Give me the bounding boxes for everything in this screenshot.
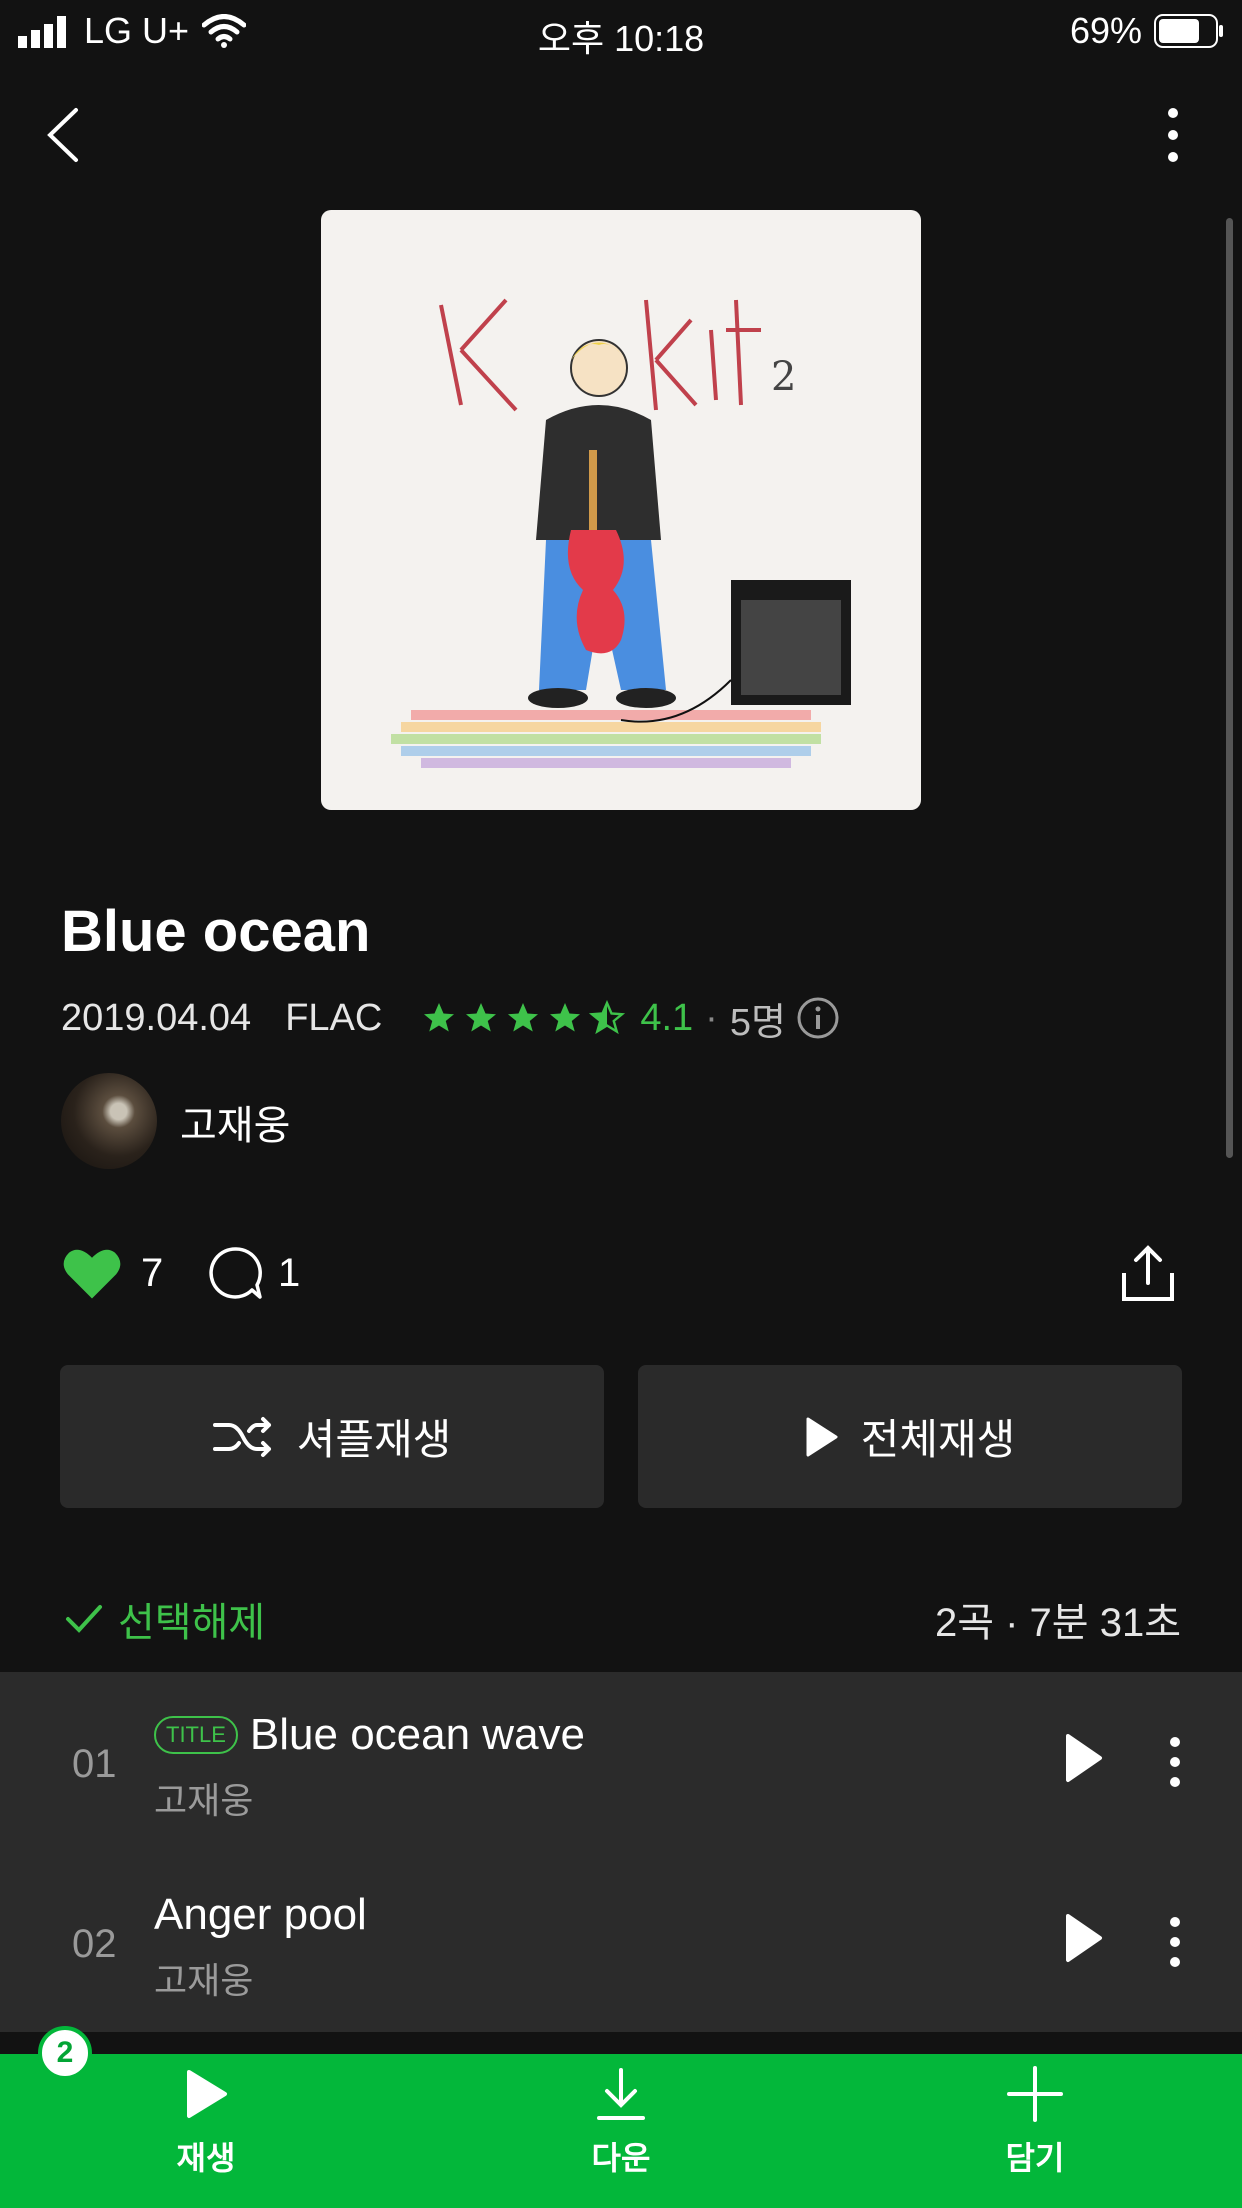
comment-count: 1 [278,1250,301,1295]
album-cover: 2 [321,210,921,810]
track-row[interactable]: 02 Anger pool 고재웅 [0,1852,1242,2032]
back-button[interactable] [36,100,96,170]
track-row[interactable]: 01 TITLE Blue ocean wave 고재웅 [0,1672,1242,1852]
like-button[interactable]: 7 [61,1238,163,1308]
more-options-button[interactable] [1146,100,1206,170]
track-number: 01 [72,1742,117,1786]
star-icon [508,1003,539,1032]
share-icon [1122,1245,1174,1301]
battery-percent: 69% [1069,10,1142,51]
kebab-menu-icon [1168,108,1178,162]
check-icon [66,1605,102,1633]
status-bar: LG U+ 오후 10:18 69% [0,0,1242,62]
rating-stars[interactable] [420,1000,630,1036]
shuffle-label: 셔플재생 [296,1416,452,1463]
release-date: 2019.04.04 [61,996,252,1039]
selected-count-badge: 2 [38,2026,92,2080]
album-meta: 2019.04.04 FLAC 4.1 · 5명 [61,993,840,1044]
track-more-icon[interactable] [1160,1912,1190,1972]
track-list: 01 TITLE Blue ocean wave 고재웅 02 Anger po… [0,1672,1242,2032]
track-title: Anger pool [154,1890,367,1939]
svg-text:2: 2 [771,354,796,400]
track-play-icon[interactable] [1062,1910,1106,1966]
bottom-add-button[interactable]: 담기 [955,2066,1115,2179]
share-button[interactable] [1118,1238,1178,1308]
heart-icon [63,1249,121,1299]
status-time: 오후 10:18 [537,18,705,59]
artist-name[interactable]: 고재웅 [180,1093,290,1151]
deselect-button[interactable]: 선택해제 [64,1590,265,1648]
half-star-icon [589,1000,626,1035]
chevron-left-icon [47,108,78,162]
track-more-icon[interactable] [1160,1732,1190,1792]
download-icon [597,2068,645,2120]
play-icon [187,2070,227,2118]
bottom-action-bar: 재생 다운 담기 [0,2054,1242,2208]
info-icon[interactable] [796,996,840,1040]
battery-icon [1154,14,1223,48]
bottom-play-label: 재생 [176,2140,236,2176]
star-icon [466,1003,497,1032]
play-all-button[interactable]: 전체재생 [638,1365,1182,1508]
rating-count: 5명 [729,1001,786,1044]
scrollbar[interactable] [1226,218,1233,1158]
bottom-add-label: 담기 [1005,2140,1065,2176]
like-count: 7 [141,1250,164,1295]
album-cover-drawing: 2 [391,298,851,768]
track-artist: 고재웅 [154,1780,254,1821]
artist-avatar[interactable] [61,1073,157,1169]
album-title: Blue ocean [61,899,371,964]
track-number: 02 [72,1922,117,1966]
rating-value: 4.1 [640,996,694,1039]
play-icon [806,1417,838,1456]
plus-icon [1007,2066,1063,2122]
track-title: Blue ocean wave [249,1710,586,1759]
comment-button[interactable]: 1 [208,1238,300,1308]
track-artist: 고재웅 [154,1960,254,2001]
star-icon [424,1003,455,1032]
play-all-label: 전체재생 [860,1416,1016,1463]
bottom-play-button[interactable]: 재생 [126,2066,286,2179]
shuffle-icon [212,1416,271,1457]
bottom-download-button[interactable]: 다운 [541,2066,701,2179]
star-icon [550,1003,581,1032]
bottom-download-label: 다운 [591,2140,651,2176]
comment-icon [209,1247,262,1299]
audio-format: FLAC [285,996,383,1039]
deselect-label: 선택해제 [118,1601,266,1645]
title-badge: TITLE [154,1716,238,1754]
shuffle-play-button[interactable]: 셔플재생 [60,1365,604,1508]
track-summary: 2곡 · 7분 31초 [934,1601,1181,1645]
track-play-icon[interactable] [1062,1730,1106,1786]
